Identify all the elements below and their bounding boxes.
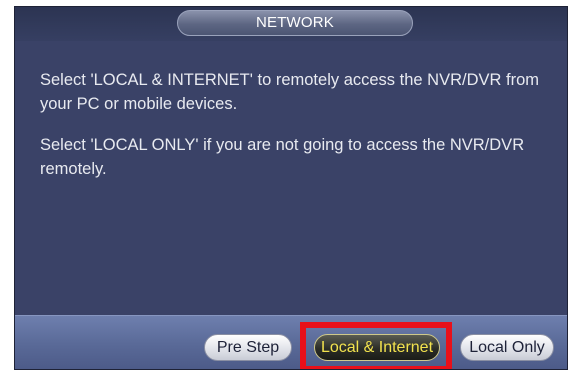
dialog-footer: Pre Step Local & Internet Local Only (15, 315, 567, 369)
instruction-local-internet: Select 'LOCAL & INTERNET' to remotely ac… (40, 71, 539, 113)
pre-step-button[interactable]: Pre Step (204, 334, 292, 361)
local-only-button[interactable]: Local Only (460, 334, 554, 361)
dialog-title: NETWORK (177, 10, 413, 36)
local-internet-button[interactable]: Local & Internet (314, 334, 440, 361)
instruction-local-only: Select 'LOCAL ONLY' if you are not going… (40, 136, 525, 178)
network-dialog: NETWORK Select 'LOCAL & INTERNET' to rem… (14, 6, 568, 370)
title-bar: NETWORK (15, 7, 567, 41)
dialog-content: Select 'LOCAL & INTERNET' to remotely ac… (15, 41, 567, 315)
